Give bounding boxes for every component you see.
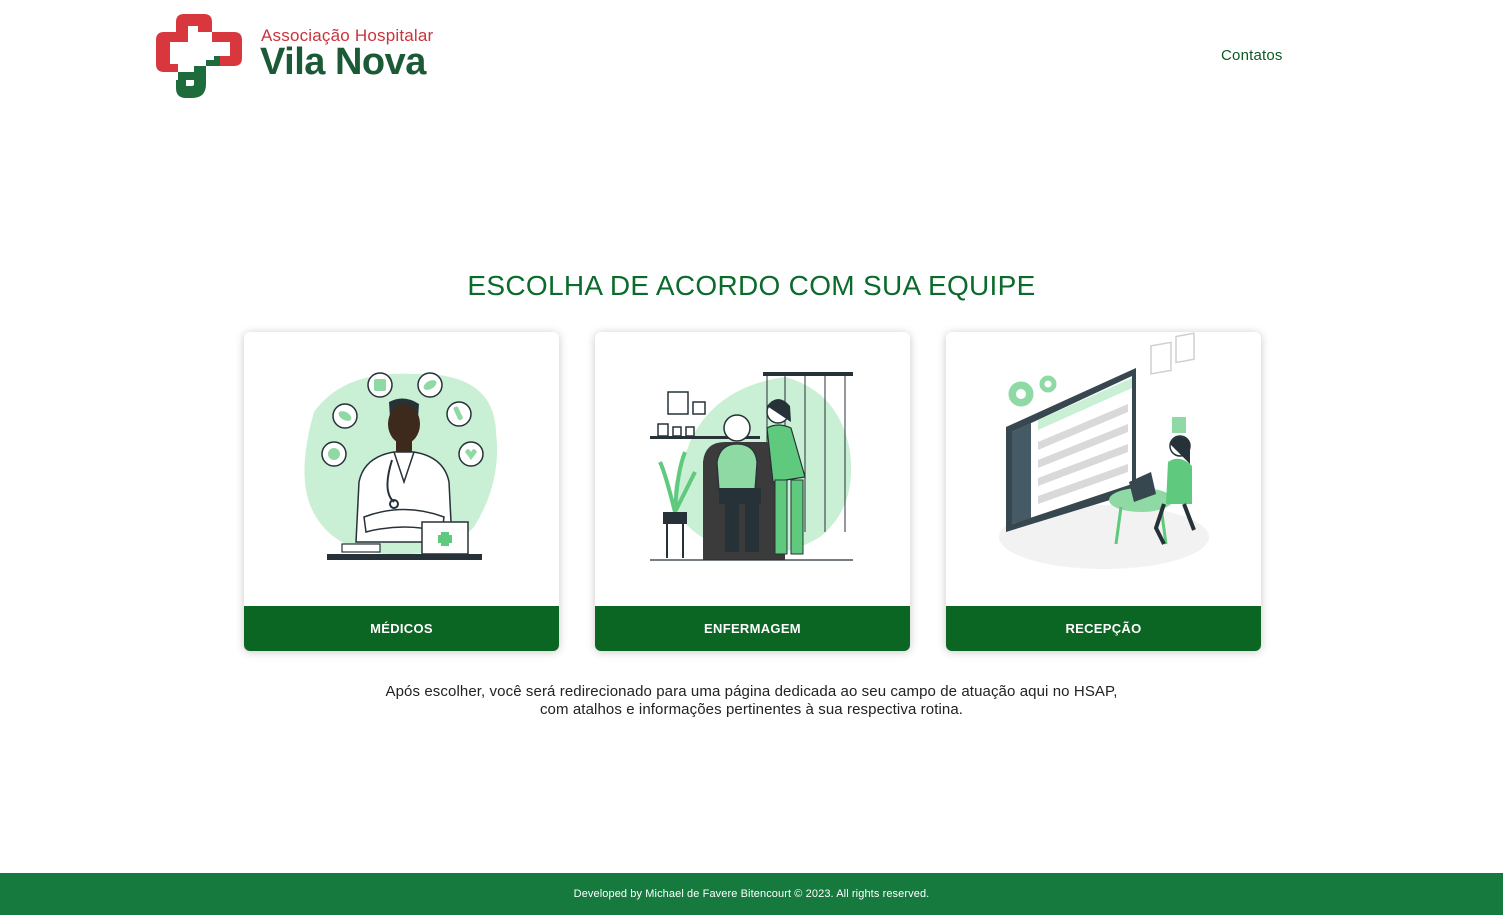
card-medicos[interactable]: MÉDICOS <box>244 332 559 651</box>
reception-illustration-icon <box>999 332 1209 569</box>
card-label: ENFERMAGEM <box>595 606 910 651</box>
page-title: ESCOLHA DE ACORDO COM SUA EQUIPE <box>467 270 1036 301</box>
card-label: MÉDICOS <box>244 606 559 651</box>
logo-cross-icon <box>156 14 242 98</box>
page: Associação Hospitalar Vila Nova Contatos… <box>0 0 1503 915</box>
card-illustration <box>244 332 559 606</box>
nurse-illustration-icon <box>650 372 853 561</box>
logo-title: Vila Nova <box>260 41 426 83</box>
nav-link-contacts[interactable]: Contatos <box>1221 47 1283 64</box>
footer: Developed by Michael de Favere Bitencour… <box>0 873 1503 915</box>
info-line-1: Após escolher, você será redirecionado p… <box>385 683 1118 700</box>
info-line-2: com atalhos e informações pertinentes à … <box>539 701 964 718</box>
card-enfermagem[interactable]: ENFERMAGEM <box>595 332 910 651</box>
card-illustration <box>946 332 1261 606</box>
doctor-illustration-icon <box>304 372 498 560</box>
logo[interactable]: Associação Hospitalar Vila Nova <box>154 8 454 100</box>
card-recepcao[interactable]: RECEPÇÃO <box>946 332 1261 651</box>
info-text: Após escolher, você será redirecionado p… <box>0 683 1503 719</box>
footer-copyright: Developed by Michael de Favere Bitencour… <box>573 888 930 900</box>
card-label: RECEPÇÃO <box>946 606 1261 651</box>
header: Associação Hospitalar Vila Nova Contatos <box>0 0 1503 110</box>
card-illustration <box>595 332 910 606</box>
